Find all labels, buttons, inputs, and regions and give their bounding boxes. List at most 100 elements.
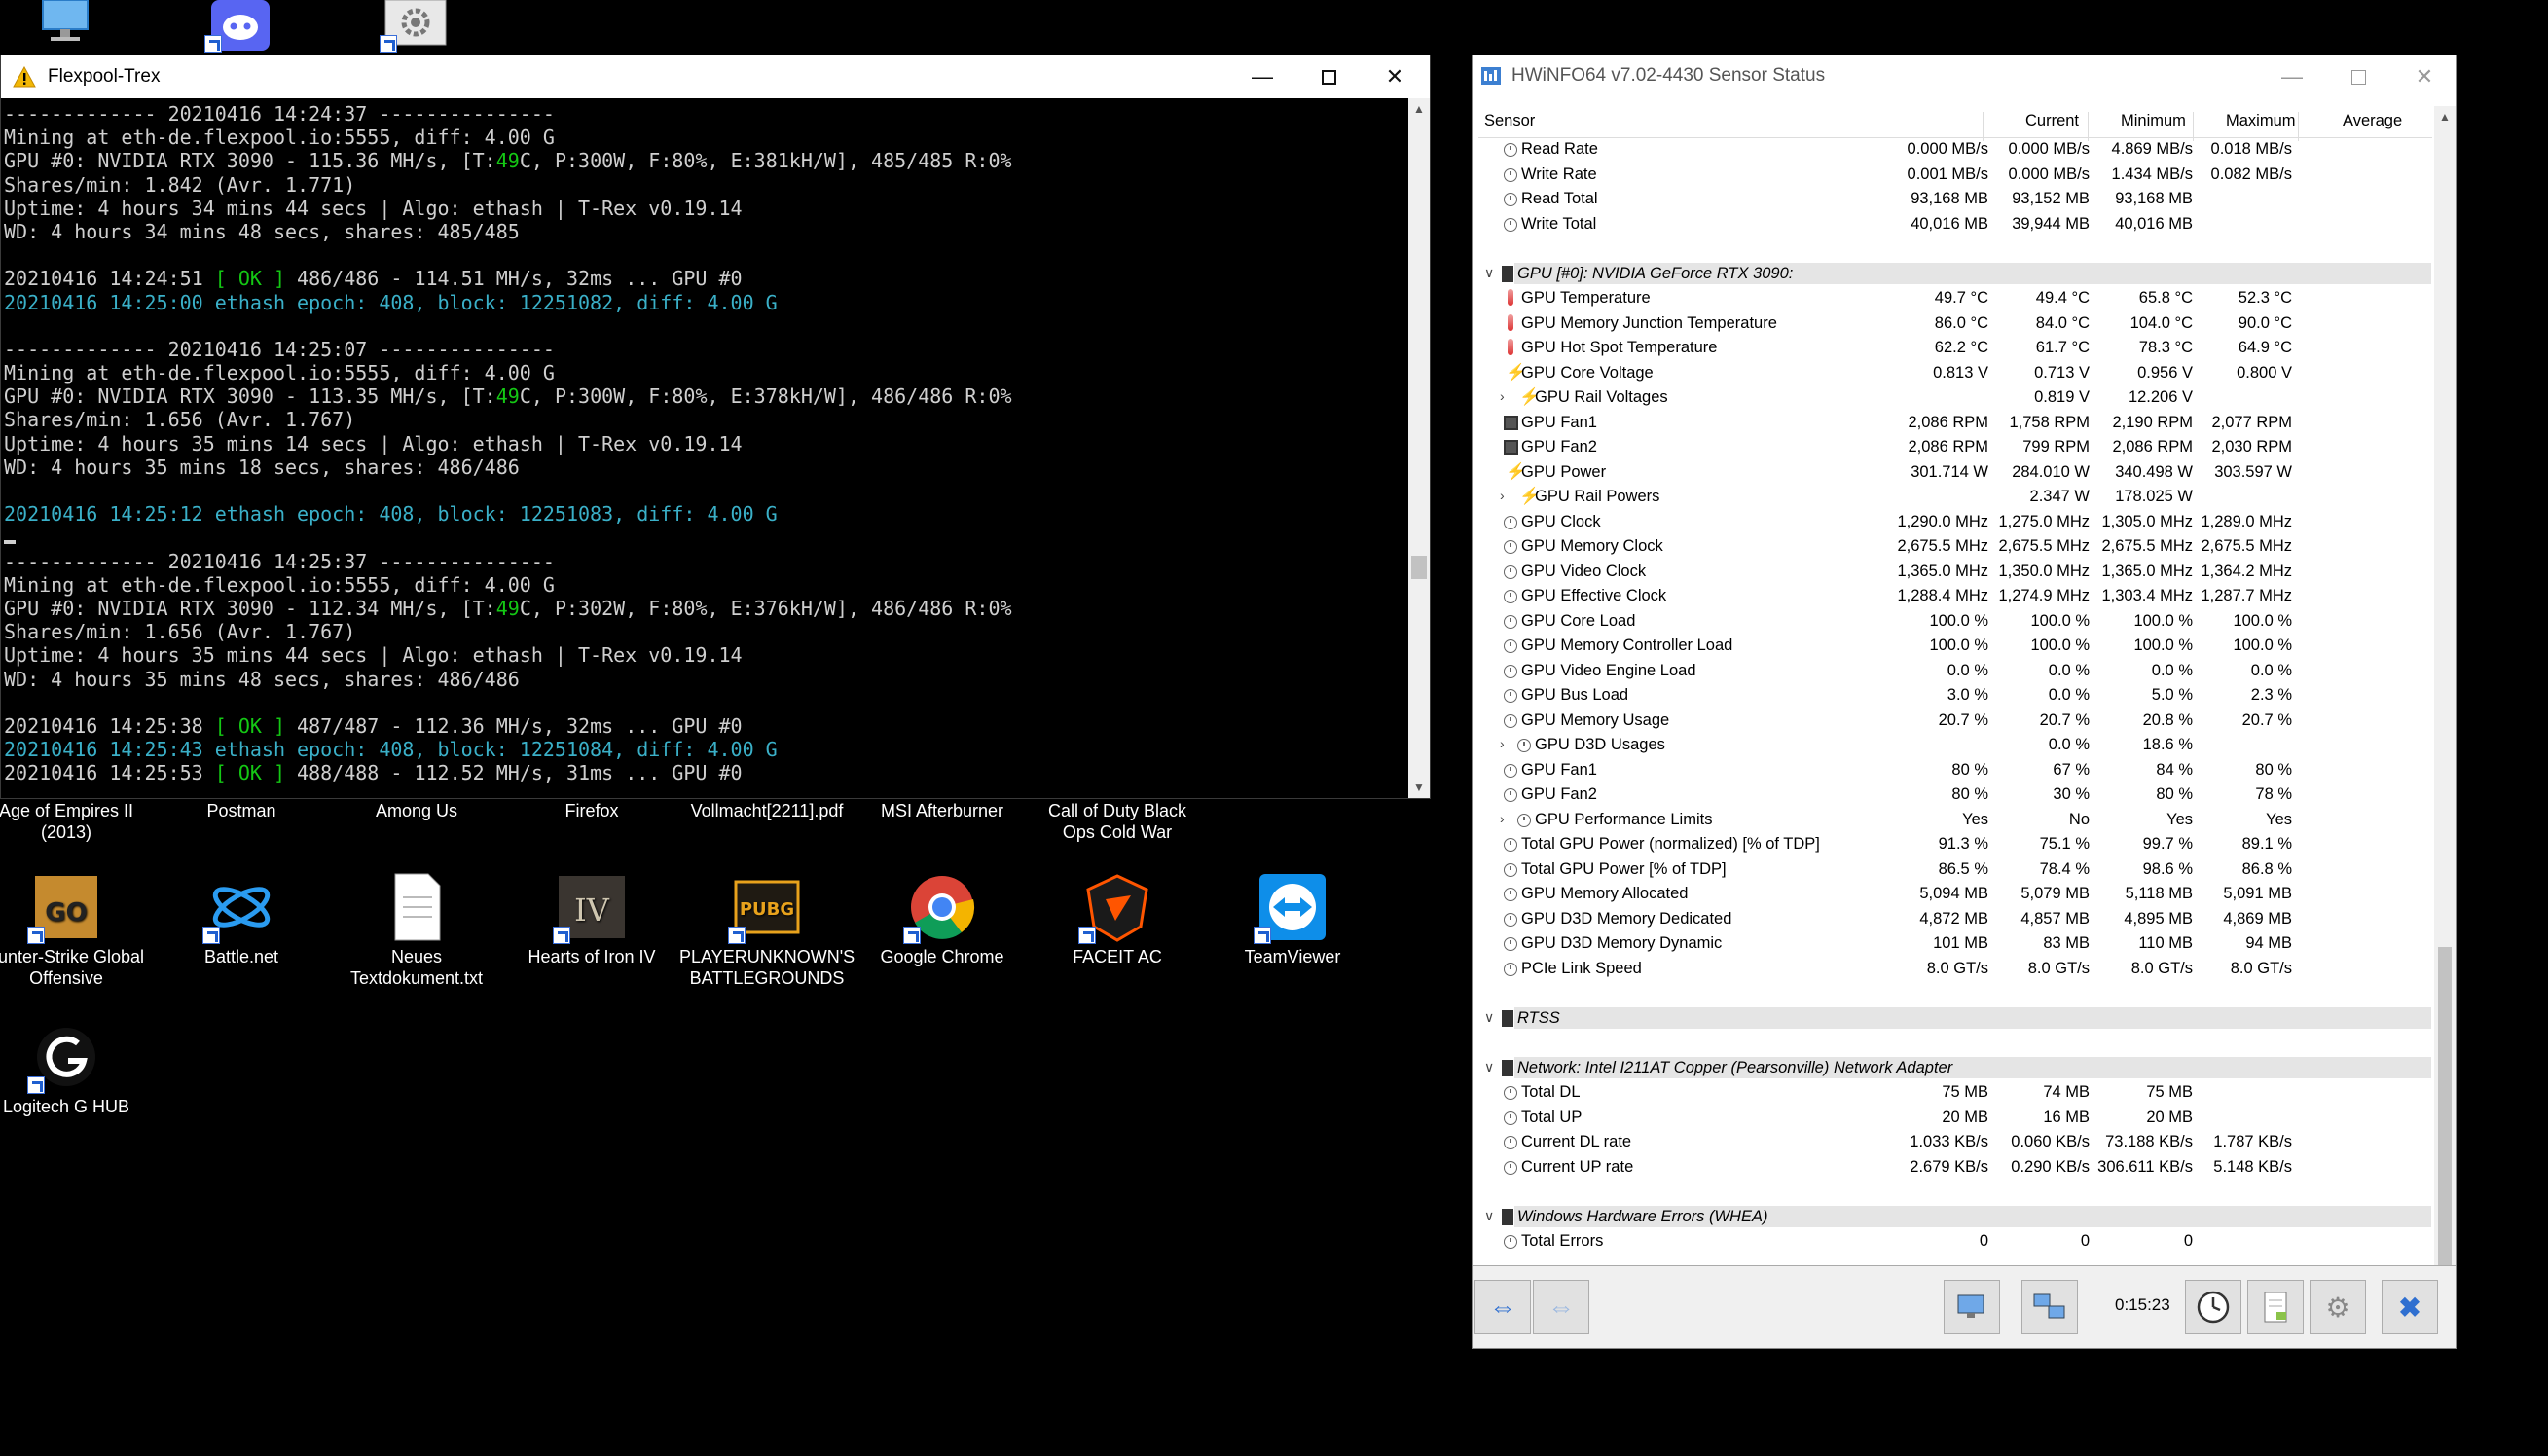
sensor-row[interactable]: GPU Fan1 80 % 67 % 84 % 80 % <box>1478 758 2432 783</box>
sensor-row[interactable]: GPU Fan2 80 % 30 % 80 % 78 % <box>1478 783 2432 808</box>
desktop-icon-label[interactable]: Vollmacht[2211].pdf <box>679 800 855 821</box>
sensor-row[interactable]: GPU Core Load 100.0 % 100.0 % 100.0 % 100.0 … <box>1478 609 2432 635</box>
close-sensors-button[interactable]: ✖ <box>2382 1280 2438 1334</box>
sensor-row[interactable]: GPU Fan1 2,086 RPM 1,758 RPM 2,190 RPM 2,077… <box>1478 411 2432 436</box>
chevron-down-icon[interactable]: ∨ <box>1484 1208 1494 1224</box>
desktop-icon-label[interactable]: Age of Empires II (2013) <box>0 800 154 843</box>
scroll-down-arrow-icon[interactable]: ▼ <box>1413 781 1425 794</box>
sensor-row[interactable]: PCIe Link Speed 8.0 GT/s 8.0 GT/s 8.0 GT/s 8… <box>1478 957 2432 982</box>
column-minimum[interactable]: Minimum <box>2121 112 2186 130</box>
scrollbar-thumb[interactable] <box>2438 947 2452 1297</box>
console-scrollbar[interactable]: ▲ ▼ <box>1408 98 1430 798</box>
layout-toggle-button[interactable]: ⇔ <box>1533 1280 1589 1334</box>
chevron-down-icon[interactable]: ∨ <box>1484 265 1494 281</box>
desktop-shortcut[interactable]: Neues Textdokument.txt <box>329 872 504 989</box>
chevron-right-icon[interactable]: › <box>1500 736 1505 751</box>
network-button[interactable] <box>2021 1280 2078 1334</box>
sensor-row[interactable]: GPU Clock 1,290.0 MHz 1,275.0 MHz 1,305.0 M… <box>1478 510 2432 535</box>
sensor-row[interactable]: › GPU Performance Limits Yes No Yes Yes <box>1478 808 2432 833</box>
maximize-button[interactable] <box>1295 55 1362 98</box>
desktop-icon-label[interactable]: Firefox <box>504 800 679 821</box>
sensor-row[interactable]: Total DL 75 MB 74 MB 75 MB <box>1478 1080 2432 1106</box>
console-window[interactable]: Flexpool-Trex — ✕ ------------- 20210416… <box>0 55 1431 799</box>
monitor-button[interactable] <box>1944 1280 2000 1334</box>
sensor-row[interactable]: Current DL rate 1.033 KB/s 0.060 KB/s 73.18… <box>1478 1130 2432 1155</box>
sensor-row[interactable]: ⚡ GPU Core Voltage 0.813 V 0.713 V 0.956 V 0.… <box>1478 361 2432 386</box>
sensor-row[interactable]: GPU Memory Controller Load 100.0 % 100.0 %… <box>1478 634 2432 659</box>
sensor-row[interactable]: GPU Bus Load 3.0 % 0.0 % 5.0 % 2.3 % <box>1478 683 2432 709</box>
gear-icon[interactable] <box>380 0 448 53</box>
column-current[interactable]: Current <box>2025 112 2079 130</box>
desktop-shortcut[interactable]: IV Hearts of Iron IV <box>504 872 679 967</box>
sensor-row[interactable]: GPU Memory Allocated 5,094 MB 5,079 MB 5,11… <box>1478 882 2432 907</box>
chevron-right-icon[interactable]: › <box>1500 811 1505 826</box>
expand-collapse-button[interactable]: ⇔ <box>1474 1280 1531 1334</box>
sensor-row[interactable]: Total GPU Power (normalized) [% of TDP] 9… <box>1478 832 2432 857</box>
chevron-down-icon[interactable]: ∨ <box>1484 1009 1494 1026</box>
chevron-right-icon[interactable]: › <box>1500 488 1505 503</box>
column-average[interactable]: Average <box>2343 112 2402 130</box>
sensor-row[interactable]: › ⚡ GPU Rail Powers 2.347 W 178.025 W <box>1478 485 2432 510</box>
console-titlebar[interactable]: Flexpool-Trex — ✕ <box>1 55 1430 98</box>
desktop-shortcut[interactable]: PUBG PLAYERUNKNOWN'S BATTLEGROUNDS <box>679 872 855 989</box>
desktop-shortcut[interactable]: FACEIT AC <box>1030 872 1205 967</box>
discord-icon[interactable] <box>204 0 273 53</box>
sensor-row[interactable]: › GPU D3D Usages 0.0 % 18.6 % <box>1478 733 2432 758</box>
column-sensor[interactable]: Sensor <box>1484 112 1535 130</box>
sensor-scrollbar[interactable]: ▲ ▼ <box>2434 106 2456 1325</box>
sensor-row[interactable]: GPU Video Clock 1,365.0 MHz 1,350.0 MHz 1,3… <box>1478 560 2432 585</box>
sensor-row[interactable]: GPU Hot Spot Temperature 62.2 °C 61.7 °C 78… <box>1478 336 2432 361</box>
sensor-row[interactable]: GPU Memory Usage 20.7 % 20.7 % 20.8 % 20.7 % <box>1478 709 2432 734</box>
sensor-row[interactable]: GPU Temperature 49.7 °C 49.4 °C 65.8 °C 52.3… <box>1478 286 2432 311</box>
chevron-right-icon[interactable]: › <box>1500 388 1505 404</box>
maximize-button[interactable] <box>2325 55 2391 98</box>
sensor-row[interactable]: › ⚡ GPU Rail Voltages 0.819 V 12.206 V <box>1478 385 2432 411</box>
chevron-down-icon[interactable]: ∨ <box>1484 1059 1494 1075</box>
sensor-row[interactable]: Total Errors 0 0 0 <box>1478 1229 2432 1255</box>
sensor-group[interactable]: ∨ RTSS <box>1478 1005 2432 1031</box>
this-pc-icon[interactable] <box>33 0 97 51</box>
sensor-row[interactable]: GPU D3D Memory Dedicated 4,872 MB 4,857 MB… <box>1478 907 2432 932</box>
desktop-icon-label[interactable]: Among Us <box>329 800 504 821</box>
desktop-shortcut[interactable]: Google Chrome <box>855 872 1030 967</box>
close-button[interactable]: ✕ <box>1362 55 1428 98</box>
clock-reset-button[interactable] <box>2185 1280 2241 1334</box>
sensor-row[interactable]: Read Rate 0.000 MB/s 0.000 MB/s 4.869 MB/s 0… <box>1478 137 2432 163</box>
sensor-row[interactable]: GPU Memory Junction Temperature 86.0 °C 84… <box>1478 311 2432 337</box>
desktop-icon-label[interactable]: Call of Duty Black Ops Cold War <box>1030 800 1205 843</box>
minimize-button[interactable]: — <box>2259 55 2325 98</box>
desktop-shortcut[interactable]: Logitech G HUB <box>0 1022 154 1117</box>
close-button[interactable]: ✕ <box>2391 55 2457 98</box>
scroll-up-arrow-icon[interactable]: ▲ <box>2439 110 2451 124</box>
scroll-up-arrow-icon[interactable]: ▲ <box>1413 102 1425 116</box>
sensor-row[interactable]: GPU Video Engine Load 0.0 % 0.0 % 0.0 % 0.0 … <box>1478 659 2432 684</box>
desktop-icon-label[interactable]: Postman <box>154 800 329 821</box>
sensor-row[interactable]: GPU Effective Clock 1,288.4 MHz 1,274.9 MH… <box>1478 584 2432 609</box>
sensor-row[interactable]: ⚡ GPU Power 301.714 W 284.010 W 340.498 W 303… <box>1478 460 2432 486</box>
sensor-group[interactable]: ∨ Windows Hardware Errors (WHEA) <box>1478 1204 2432 1229</box>
hwinfo-window[interactable]: HWiNFO64 v7.02-4430 Sensor Status — ✕ Se… <box>1472 55 2457 1349</box>
sensor-current: 62.2 °C <box>1934 339 1988 356</box>
desktop-shortcut[interactable]: TeamViewer <box>1205 872 1380 967</box>
column-maximum[interactable]: Maximum <box>2226 112 2296 130</box>
sensor-row[interactable]: GPU D3D Memory Dynamic 101 MB 83 MB 110 MB 9… <box>1478 931 2432 957</box>
settings-button[interactable]: ⚙ <box>2310 1280 2366 1334</box>
desktop-shortcut[interactable]: GO ounter-Strike Global Offensive <box>0 872 154 989</box>
sensor-row[interactable]: Total UP 20 MB 16 MB 20 MB <box>1478 1106 2432 1131</box>
report-button[interactable] <box>2247 1280 2304 1334</box>
desktop-icon-label[interactable]: MSI Afterburner <box>855 800 1030 821</box>
sensor-row[interactable]: Write Total 40,016 MB 39,944 MB 40,016 MB <box>1478 212 2432 237</box>
sensor-row[interactable]: Write Rate 0.001 MB/s 0.000 MB/s 1.434 MB/s… <box>1478 163 2432 188</box>
sensor-group[interactable]: ∨ Network: Intel I211AT Copper (Pearsonvi… <box>1478 1055 2432 1080</box>
desktop-shortcut[interactable]: Battle.net <box>154 872 329 967</box>
minimize-button[interactable]: — <box>1229 55 1295 98</box>
scrollbar-thumb[interactable] <box>1411 556 1427 579</box>
sensor-row[interactable]: GPU Memory Clock 2,675.5 MHz 2,675.5 MHz 2,… <box>1478 534 2432 560</box>
hwinfo-titlebar[interactable]: HWiNFO64 v7.02-4430 Sensor Status — ✕ <box>1473 55 2456 96</box>
sensor-row[interactable]: Total GPU Power [% of TDP] 86.5 % 78.4 % 98… <box>1478 857 2432 883</box>
sensor-row[interactable]: Current UP rate 2.679 KB/s 0.290 KB/s 306.6… <box>1478 1155 2432 1181</box>
sensor-row[interactable]: Read Total 93,168 MB 93,152 MB 93,168 MB <box>1478 187 2432 212</box>
sensor-name: GPU Rail Voltages <box>1535 388 1668 406</box>
sensor-row[interactable]: GPU Fan2 2,086 RPM 799 RPM 2,086 RPM 2,030 R… <box>1478 435 2432 460</box>
sensor-group[interactable]: ∨ GPU [#0]: NVIDIA GeForce RTX 3090: <box>1478 261 2432 286</box>
